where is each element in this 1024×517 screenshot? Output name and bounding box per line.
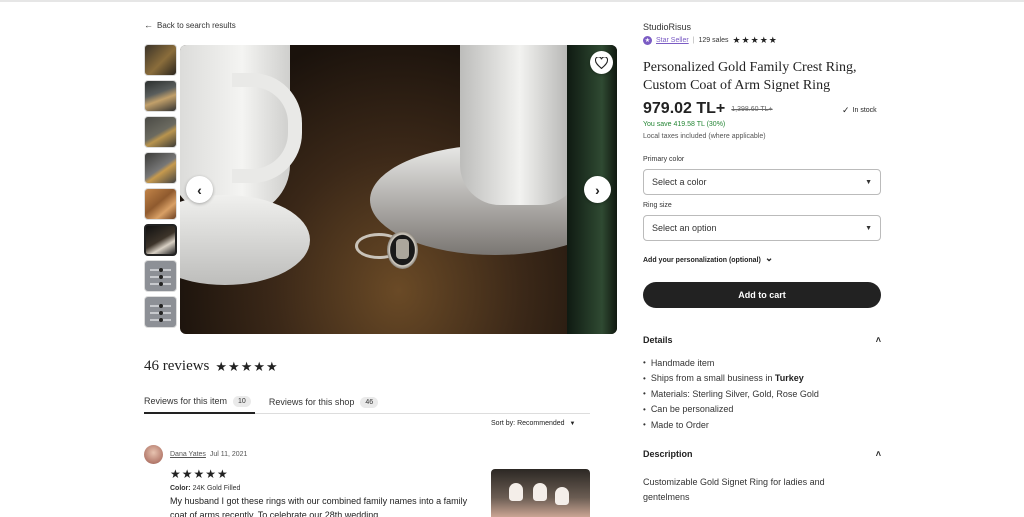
tab-label: Reviews for this shop (268, 397, 355, 407)
thumbnail-1[interactable] (144, 44, 177, 76)
list-item: • Handmade item (643, 357, 715, 368)
review-stars: ★★★★★ (170, 467, 229, 481)
chevron-down-icon: ⌄ (764, 253, 774, 264)
select-value: Select a color (652, 177, 707, 187)
shop-name-link[interactable]: StudioRisus (643, 22, 691, 32)
sales-count: 129 sales (698, 37, 729, 44)
caret-down-icon: ▼ (865, 224, 872, 232)
saucer-shape (180, 195, 310, 285)
reviews-count: 46 reviews (144, 358, 210, 374)
original-price: 1,398.60 TL+ (731, 105, 773, 113)
list-item: • Ships from a small business in Turkey (643, 373, 804, 384)
tab-count-badge: 46 (360, 396, 379, 408)
variation-value: 24K Gold Filled (192, 485, 241, 492)
star-seller-link[interactable]: Star Seller (656, 37, 689, 44)
review-photo[interactable] (491, 469, 590, 517)
add-to-cart-button[interactable]: Add to cart (643, 282, 881, 308)
thumbnail-6-active[interactable] (144, 224, 177, 256)
chevron-left-icon: ‹ (197, 181, 202, 198)
back-link-label: Back to search results (157, 20, 236, 30)
description-text: Customizable Gold Signet Ring for ladies… (643, 477, 825, 502)
cup-handle-shape (232, 73, 302, 183)
check-icon: ✓ (842, 105, 850, 115)
thumbnail-7[interactable] (144, 260, 177, 292)
details-section-toggle[interactable]: Details ˄ (643, 335, 881, 345)
description-section-toggle[interactable]: Description ˄ (643, 449, 881, 459)
ring-size-select[interactable]: Select an option ▼ (643, 215, 881, 241)
reviews-heading: 46 reviews ★★★★★ (144, 358, 279, 375)
reviews-tabs: Reviews for this item 10 Reviews for thi… (144, 390, 590, 414)
product-main-image (180, 45, 617, 334)
previous-image-button[interactable]: ‹ (186, 176, 213, 203)
personalization-toggle[interactable]: Add your personalization (optional) ⌄ (643, 253, 774, 266)
separator: | (692, 37, 695, 44)
reviewer-line: Dana Yates Jul 11, 2021 (170, 451, 247, 458)
photo-detail (533, 483, 547, 501)
star-seller-icon: ★ (643, 36, 652, 45)
thumbnail-3[interactable] (144, 116, 177, 148)
review-date: Jul 11, 2021 (209, 451, 248, 458)
chevron-up-icon: ˄ (875, 449, 881, 459)
caret-down-icon: ▼ (569, 421, 576, 427)
stock-label: In stock (852, 107, 877, 114)
cup-shape-right (460, 45, 580, 205)
thumbnail-strip (144, 44, 177, 334)
top-divider (0, 0, 1024, 2)
tab-reviews-shop[interactable]: Reviews for this shop 46 (269, 390, 382, 414)
primary-color-label: Primary color (643, 156, 685, 163)
sort-label: Sort by: (491, 420, 516, 427)
variation-key: Color: (170, 485, 191, 492)
taxes-note: Local taxes included (where applicable) (643, 133, 766, 140)
arrow-left-icon: ← (144, 20, 153, 30)
photo-detail (555, 487, 569, 505)
tab-label: Reviews for this item (144, 396, 228, 406)
list-item: • Materials: Sterling Silver, Gold, Rose … (643, 388, 819, 399)
list-item: • Made to Order (643, 419, 709, 430)
ring-size-label: Ring size (643, 202, 672, 209)
current-price: 979.02 TL+ (643, 100, 726, 117)
tab-reviews-item[interactable]: Reviews for this item 10 (144, 390, 255, 414)
price-row: 979.02 TL+ 1,398.60 TL+ (643, 100, 773, 118)
seller-info: ★ Star Seller | 129 sales ★★★★★ (643, 35, 778, 46)
primary-color-select[interactable]: Select a color ▼ (643, 169, 881, 195)
favorite-button[interactable] (590, 51, 613, 74)
reviewer-name[interactable]: Dana Yates (170, 451, 206, 458)
review-variation: Color: 24K Gold Filled (170, 485, 240, 492)
tab-count-badge: 10 (233, 395, 251, 407)
stock-status: ✓ In stock (842, 105, 877, 116)
description-heading: Description (643, 449, 693, 459)
avatar[interactable] (144, 445, 163, 464)
sort-value: Recommended (517, 420, 565, 427)
heart-outline-icon (595, 56, 608, 69)
product-title: Personalized Gold Family Crest Ring, Cus… (643, 60, 857, 93)
thumbnail-5[interactable] (144, 188, 177, 220)
details-heading: Details (643, 335, 673, 345)
ring-crest-shape (387, 231, 418, 269)
sort-dropdown[interactable]: Sort by: Recommended ▼ (491, 420, 575, 427)
shop-rating-stars[interactable]: ★★★★★ (732, 35, 777, 46)
review-text: My husband I got these rings with our co… (170, 496, 468, 517)
personalization-label: Add your personalization (optional) (643, 257, 761, 264)
thumbnail-2[interactable] (144, 80, 177, 112)
thumbnail-8[interactable] (144, 296, 177, 328)
photo-detail (509, 483, 523, 501)
reviews-rating-stars: ★★★★★ (215, 358, 279, 374)
thumbnail-4[interactable] (144, 152, 177, 184)
caret-down-icon: ▼ (865, 178, 872, 186)
chevron-up-icon: ˄ (875, 335, 881, 345)
back-to-search-link[interactable]: ← Back to search results (144, 20, 236, 30)
list-item: • Can be personalized (643, 404, 734, 415)
select-value: Select an option (652, 223, 717, 233)
chevron-right-icon: › (595, 181, 600, 198)
details-list: • Handmade item • Ships from a small busin… (643, 355, 881, 433)
savings-text: You save 419.58 TL (30%) (643, 121, 726, 128)
next-image-button[interactable]: › (584, 176, 611, 203)
